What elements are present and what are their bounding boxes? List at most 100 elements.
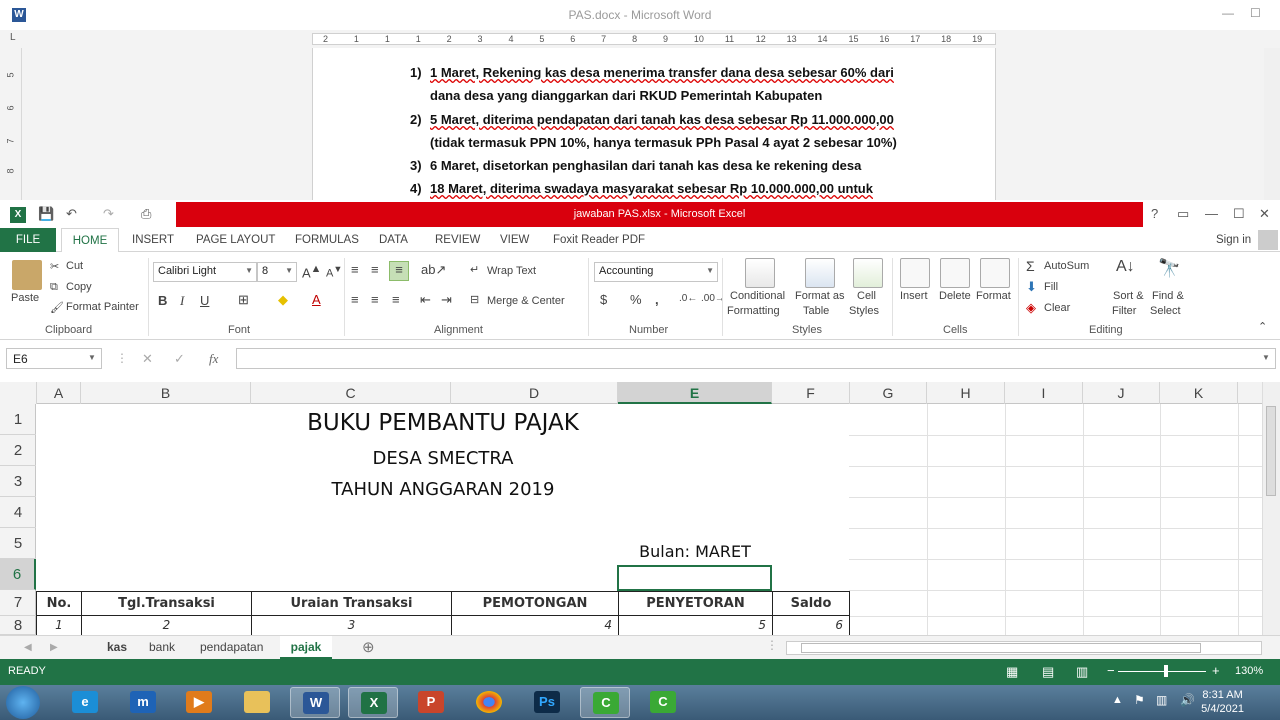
minimize-icon[interactable]: — bbox=[1222, 6, 1234, 20]
font-color-icon[interactable]: A bbox=[312, 292, 321, 307]
vertical-scrollbar[interactable] bbox=[1262, 382, 1280, 635]
row-header-7[interactable]: 7 bbox=[0, 590, 36, 616]
tab-data[interactable]: DATA bbox=[379, 234, 408, 246]
merge-center-button[interactable]: Merge & Center bbox=[487, 295, 565, 307]
find-select-icon[interactable]: 🔭 bbox=[1158, 258, 1180, 279]
format-as-table-button[interactable]: Format as bbox=[795, 290, 845, 302]
increase-font-icon[interactable]: A▲ bbox=[302, 263, 321, 280]
sheet-bar-splitter-icon[interactable]: ⋮ bbox=[766, 638, 778, 652]
column-header-j[interactable]: J bbox=[1083, 382, 1160, 404]
column-header-f[interactable]: F bbox=[772, 382, 850, 404]
sheet-subtitle[interactable]: DESA SMECTRA bbox=[37, 448, 849, 469]
fill-icon[interactable]: ⬇ bbox=[1026, 279, 1037, 295]
format-cells-icon[interactable] bbox=[980, 258, 1010, 288]
taskbar-camtasia-2[interactable]: C bbox=[638, 687, 688, 718]
tab-formulas[interactable]: FORMULAS bbox=[295, 234, 359, 246]
align-top-icon[interactable]: ≡ bbox=[351, 262, 359, 277]
format-painter-button[interactable]: Format Painter bbox=[66, 301, 139, 313]
word-scrollbar[interactable] bbox=[1264, 48, 1280, 200]
column-header-c[interactable]: C bbox=[251, 382, 451, 404]
new-sheet-icon[interactable]: ⊕ bbox=[362, 638, 375, 656]
collapse-ribbon-icon[interactable]: ⌃ bbox=[1258, 320, 1267, 333]
redo-icon[interactable]: ↷ bbox=[103, 206, 114, 222]
tray-flag-icon[interactable]: ⚑ bbox=[1134, 693, 1145, 707]
decrease-font-icon[interactable]: A▼ bbox=[326, 264, 342, 280]
horizontal-ruler[interactable]: 2 1 1 1 2 3 4 5 6 7 8 9 10 11 12 13 14 15 16 17 18 19 bbox=[312, 33, 996, 45]
cancel-formula-icon[interactable]: ✕ bbox=[142, 351, 153, 367]
taskbar-ie[interactable]: e bbox=[60, 687, 110, 718]
cell-styles-button[interactable]: Cell bbox=[857, 290, 876, 302]
sheet-tab-bank[interactable]: bank bbox=[149, 640, 175, 654]
header-tgl-transaksi[interactable]: Tgl.Transaksi bbox=[81, 591, 251, 616]
conditional-formatting-icon[interactable] bbox=[745, 258, 775, 288]
sheet-tab-pendapatan[interactable]: pendapatan bbox=[200, 640, 263, 654]
ribbon-display-icon[interactable]: ▭ bbox=[1177, 206, 1189, 222]
number-format-combo[interactable]: Accounting ▼ bbox=[594, 262, 718, 282]
sign-in-link[interactable]: Sign in bbox=[1216, 234, 1251, 246]
font-name-combo[interactable]: Calibri Light ▼ bbox=[153, 262, 257, 282]
decrease-indent-icon[interactable]: ⇤ bbox=[420, 292, 431, 308]
sheet-year[interactable]: TAHUN ANGGARAN 2019 bbox=[37, 479, 849, 500]
column-header-g[interactable]: G bbox=[850, 382, 927, 404]
find-select-button[interactable]: Find & bbox=[1152, 290, 1184, 302]
sheet-month[interactable]: Bulan: MARET bbox=[618, 542, 772, 561]
delete-button[interactable]: Delete bbox=[939, 290, 971, 302]
copy-icon[interactable]: ⧉ bbox=[50, 281, 58, 294]
increase-indent-icon[interactable]: ⇥ bbox=[441, 292, 452, 308]
horizontal-scroll-thumb[interactable] bbox=[801, 643, 1201, 653]
zoom-in-icon[interactable]: + bbox=[1212, 663, 1220, 678]
percent-button[interactable]: % bbox=[630, 292, 642, 307]
taskbar-chrome[interactable] bbox=[464, 687, 514, 718]
sheet-title[interactable]: BUKU PEMBANTU PAJAK bbox=[37, 410, 849, 436]
colnum-cell[interactable]: 1 bbox=[36, 616, 81, 635]
print-preview-icon[interactable]: ⎙ bbox=[141, 206, 151, 222]
align-center-icon[interactable]: ≡ bbox=[371, 292, 379, 307]
row-header-2[interactable]: 2 bbox=[0, 435, 36, 466]
font-size-combo[interactable]: 8 ▼ bbox=[257, 262, 297, 282]
merge-center-icon[interactable]: ⊟ bbox=[470, 293, 479, 306]
tab-foxit[interactable]: Foxit Reader PDF bbox=[553, 234, 645, 246]
active-cell-e6[interactable] bbox=[617, 565, 772, 591]
increase-decimal-icon[interactable]: .0← bbox=[679, 293, 697, 304]
paste-button[interactable]: Paste bbox=[11, 292, 39, 304]
name-box-dropdown-icon[interactable]: ▼ bbox=[88, 353, 96, 362]
column-header-h[interactable]: H bbox=[927, 382, 1005, 404]
tab-view[interactable]: VIEW bbox=[500, 234, 529, 246]
tray-volume-icon[interactable]: 🔊 bbox=[1180, 693, 1195, 707]
clock[interactable]: 8:31 AM 5/4/2021 bbox=[1201, 688, 1244, 716]
tab-file[interactable]: FILE bbox=[0, 228, 56, 252]
minimize-icon[interactable]: — bbox=[1205, 206, 1218, 221]
row-header-1[interactable]: 1 bbox=[0, 404, 36, 435]
underline-button[interactable]: U bbox=[200, 293, 209, 308]
conditional-formatting-button[interactable]: Conditional bbox=[730, 290, 785, 302]
sort-filter-button[interactable]: Sort & bbox=[1113, 290, 1144, 302]
horizontal-scrollbar[interactable] bbox=[786, 641, 1262, 655]
tray-network-icon[interactable]: ▥ bbox=[1156, 693, 1167, 707]
maximize-icon[interactable]: ☐ bbox=[1250, 6, 1261, 20]
column-header-a[interactable]: A bbox=[37, 382, 81, 404]
tab-review[interactable]: REVIEW bbox=[435, 234, 480, 246]
colnum-cell[interactable]: 2 bbox=[81, 616, 251, 635]
zoom-slider[interactable] bbox=[1118, 671, 1206, 672]
wrap-text-button[interactable]: Wrap Text bbox=[487, 265, 536, 277]
tab-page-layout[interactable]: PAGE LAYOUT bbox=[196, 234, 275, 246]
column-header-e[interactable]: E bbox=[618, 382, 772, 404]
cell-styles-icon[interactable] bbox=[853, 258, 883, 288]
clear-icon[interactable]: ◈ bbox=[1026, 300, 1036, 316]
row-header-4[interactable]: 4 bbox=[0, 497, 36, 528]
align-middle-icon[interactable]: ≡ bbox=[371, 262, 379, 277]
autosum-icon[interactable]: Σ bbox=[1026, 258, 1035, 274]
taskbar-word[interactable]: W bbox=[290, 687, 340, 718]
taskbar-powerpoint[interactable]: P bbox=[406, 687, 456, 718]
formula-input[interactable] bbox=[236, 348, 1276, 369]
sheet-tab-kas[interactable]: kas bbox=[107, 640, 127, 654]
enter-formula-icon[interactable]: ✓ bbox=[174, 351, 185, 367]
zoom-out-icon[interactable]: − bbox=[1107, 663, 1115, 678]
row-header-3[interactable]: 3 bbox=[0, 466, 36, 497]
restore-icon[interactable]: ☐ bbox=[1233, 206, 1245, 222]
currency-button[interactable]: $ bbox=[600, 292, 607, 307]
paste-icon[interactable] bbox=[12, 260, 42, 290]
taskbar-media[interactable]: ▶ bbox=[174, 687, 224, 718]
sheet-tab-pajak[interactable]: pajak bbox=[280, 636, 332, 660]
close-icon[interactable]: ✕ bbox=[1259, 206, 1270, 222]
